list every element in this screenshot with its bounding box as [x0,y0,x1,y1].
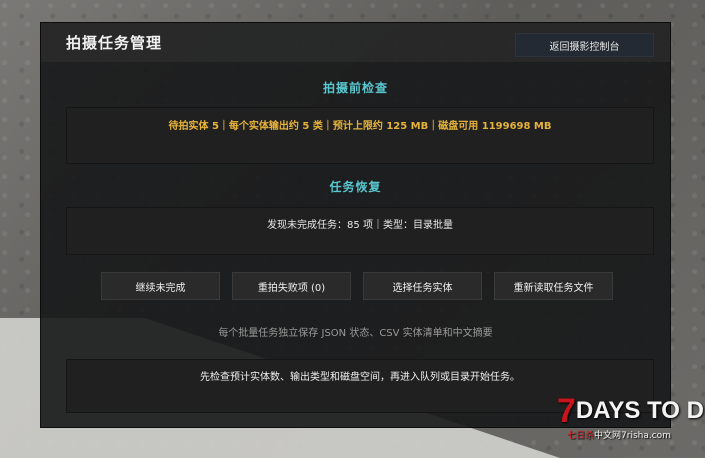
logo-sub-text: 中文网7risha.com [594,431,671,441]
recovery-box: 发现未完成任务：85 项｜类型：目录批量 [66,207,654,255]
footer-hint: 先检查预计实体数、输出类型和磁盘空间，再进入队列或目录开始任务。 [200,372,520,383]
logo-title: 7DAYS TO DIE [557,388,705,430]
recovery-status: 发现未完成任务：85 项｜类型：目录批量 [267,220,453,231]
reload-task-file-button[interactable]: 重新读取任务文件 [494,272,613,300]
precheck-heading: 拍摄前检查 [322,81,388,95]
storage-note: 每个批量任务独立保存 JSON 状态、CSV 实体清单和中文摘要 [218,328,493,339]
logo-sub-red: 七日杀 [567,431,595,441]
watermark-logo: 7DAYS TO DIE 七日杀中文网7risha.com [557,388,705,446]
page-title: 拍摄任务管理 [66,34,163,52]
logo-brand: DAYS TO DIE [575,397,705,424]
logo-subtitle: 七日杀中文网7risha.com [567,428,671,441]
continue-unfinished-button[interactable]: 继续未完成 [101,272,220,300]
back-to-console-button[interactable]: 返回摄影控制台 [515,33,654,57]
task-manager-panel: 拍摄任务管理 返回摄影控制台 拍摄前检查 待拍实体 5｜每个实体输出约 5 类｜… [40,22,671,428]
panel-header: 拍摄任务管理 返回摄影控制台 [41,23,670,62]
logo-seven: 7 [557,392,576,430]
precheck-summary: 待拍实体 5｜每个实体输出约 5 类｜预计上限约 125 MB｜磁盘可用 119… [168,121,552,132]
precheck-box: 待拍实体 5｜每个实体输出约 5 类｜预计上限约 125 MB｜磁盘可用 119… [66,107,654,164]
retry-failed-button[interactable]: 重拍失败项 (0) [232,272,351,300]
recovery-heading: 任务恢复 [329,180,382,194]
select-entities-button[interactable]: 选择任务实体 [363,272,482,300]
